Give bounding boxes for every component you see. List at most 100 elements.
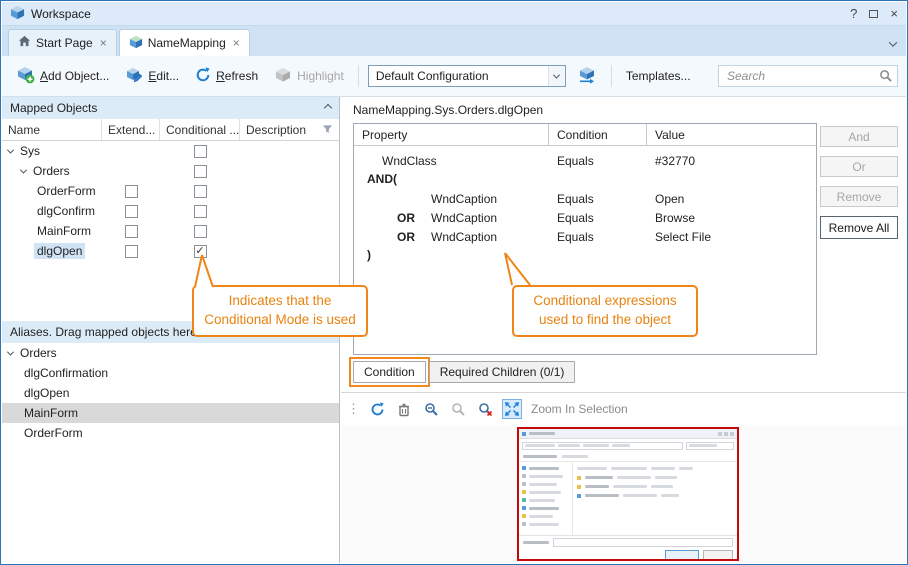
column-extend[interactable]: Extend... bbox=[102, 119, 160, 140]
templates-label: Templates... bbox=[626, 69, 691, 83]
tree-item-label: Sys bbox=[17, 143, 43, 159]
expander-icon[interactable] bbox=[7, 348, 14, 355]
column-condition[interactable]: Condition bbox=[549, 124, 647, 145]
chevron-down-icon[interactable] bbox=[548, 66, 565, 86]
remove-button[interactable]: Remove bbox=[820, 186, 898, 207]
tab-condition[interactable]: Condition bbox=[353, 361, 426, 383]
search-input[interactable] bbox=[718, 65, 898, 87]
expander-icon[interactable] bbox=[20, 166, 27, 173]
add-object-label: Add Object... bbox=[40, 69, 109, 83]
add-object-button[interactable]: Add Object... bbox=[12, 63, 114, 90]
templates-button[interactable]: Templates... bbox=[621, 66, 696, 86]
edit-button[interactable]: Edit... bbox=[120, 63, 184, 90]
alias-row[interactable]: Orders bbox=[2, 343, 339, 363]
alias-row[interactable]: OrderForm bbox=[2, 423, 339, 443]
highlight-button[interactable]: Highlight bbox=[269, 63, 349, 90]
callout-expressions-pointer bbox=[497, 251, 531, 287]
group-operator: AND( bbox=[367, 172, 397, 186]
tree-item[interactable]: dlgOpen bbox=[2, 241, 102, 261]
condition-cell: Equals bbox=[549, 154, 647, 168]
alias-row[interactable]: dlgOpen bbox=[2, 383, 339, 403]
collapse-icon[interactable] bbox=[324, 104, 332, 112]
condition-row[interactable]: WndCaptionEqualsOpen bbox=[354, 189, 816, 208]
column-conditional[interactable]: Conditional ... bbox=[160, 119, 240, 140]
tree-item[interactable]: Orders bbox=[2, 161, 102, 181]
value-cell: Select File bbox=[647, 230, 816, 244]
condition-row[interactable]: WndClassEquals#32770 bbox=[354, 151, 816, 170]
alias-row[interactable]: dlgConfirmation bbox=[2, 363, 339, 383]
extend-checkbox[interactable] bbox=[125, 205, 138, 218]
edit-label: Edit... bbox=[148, 69, 179, 83]
group-operator: ) bbox=[367, 248, 371, 262]
remove-all-button[interactable]: Remove All bbox=[820, 216, 898, 239]
zoom-in-selection-icon[interactable] bbox=[502, 399, 522, 419]
zoom-disabled-icon[interactable] bbox=[448, 399, 468, 419]
tab-namemapping[interactable]: NameMapping × bbox=[119, 29, 250, 56]
extend-checkbox[interactable] bbox=[125, 225, 138, 238]
tree-item[interactable]: dlgConfirm bbox=[2, 201, 102, 221]
tree-item[interactable]: Sys bbox=[2, 141, 102, 161]
and-button[interactable]: And bbox=[820, 126, 898, 147]
configuration-select[interactable]: Default Configuration bbox=[368, 65, 566, 87]
toolbar-separator bbox=[358, 65, 359, 87]
mapped-object-row[interactable]: Orders bbox=[2, 161, 339, 181]
tree-item[interactable]: MainForm bbox=[2, 221, 102, 241]
conditional-checkbox[interactable] bbox=[194, 225, 207, 238]
tree-item-label: dlgOpen bbox=[21, 385, 72, 401]
or-button[interactable]: Or bbox=[820, 156, 898, 177]
conditional-checkbox[interactable] bbox=[194, 165, 207, 178]
tab-label: NameMapping bbox=[148, 36, 226, 50]
mapped-object-row[interactable]: MainForm bbox=[2, 221, 339, 241]
add-object-icon bbox=[17, 66, 35, 87]
property-cell: ORWndCaption bbox=[354, 227, 549, 246]
condition-row[interactable]: ORWndCaptionEqualsBrowse bbox=[354, 208, 816, 227]
mapped-objects-header[interactable]: Mapped Objects bbox=[2, 97, 339, 119]
column-description[interactable]: Description bbox=[240, 119, 339, 140]
close-button[interactable]: × bbox=[890, 7, 898, 20]
document-tab-bar: Start Page × NameMapping × bbox=[2, 26, 906, 56]
conditional-checkbox[interactable] bbox=[194, 205, 207, 218]
extend-checkbox[interactable] bbox=[125, 245, 138, 258]
tree-item[interactable]: OrderForm bbox=[2, 181, 102, 201]
mapped-object-row[interactable]: OrderForm bbox=[2, 181, 339, 201]
condition-row[interactable]: ORWndCaptionEqualsSelect File bbox=[354, 227, 816, 246]
extend-checkbox[interactable] bbox=[125, 185, 138, 198]
refresh-image-icon[interactable] bbox=[367, 399, 387, 419]
remove-zoom-icon[interactable] bbox=[475, 399, 495, 419]
alias-row[interactable]: MainForm bbox=[2, 403, 339, 423]
conditional-checkbox[interactable] bbox=[194, 185, 207, 198]
column-name[interactable]: Name bbox=[2, 119, 102, 140]
callout-conditional-mode-pointer bbox=[193, 253, 223, 289]
mapped-object-row[interactable]: dlgOpen✓ bbox=[2, 241, 339, 261]
tab-list-chevron-icon[interactable] bbox=[890, 36, 896, 50]
home-icon bbox=[18, 35, 31, 51]
tab-required-children[interactable]: Required Children (0/1) bbox=[429, 361, 576, 383]
expander-icon[interactable] bbox=[7, 146, 14, 153]
tree-item-label: MainForm bbox=[21, 405, 81, 421]
close-icon[interactable]: × bbox=[233, 36, 240, 50]
condition-group-row: ) bbox=[354, 246, 816, 265]
column-value[interactable]: Value bbox=[647, 124, 816, 145]
mapped-object-row[interactable]: dlgConfirm bbox=[2, 201, 339, 221]
tree-item-label: Orders bbox=[17, 345, 60, 361]
zoom-out-icon[interactable] bbox=[421, 399, 441, 419]
property-cell: WndCaption bbox=[354, 189, 549, 208]
maximize-button[interactable] bbox=[869, 7, 878, 20]
mapped-object-row[interactable]: Sys bbox=[2, 141, 339, 161]
extend-cell bbox=[102, 241, 160, 261]
column-property[interactable]: Property bbox=[354, 124, 549, 145]
toolbar-grip[interactable]: ⋮ bbox=[347, 401, 360, 417]
description-cell bbox=[240, 161, 339, 181]
help-button[interactable]: ? bbox=[850, 7, 857, 20]
tab-start-page[interactable]: Start Page × bbox=[8, 29, 117, 56]
edit-icon bbox=[125, 66, 143, 87]
extend-cell bbox=[102, 221, 160, 241]
delete-image-icon[interactable] bbox=[394, 399, 414, 419]
sync-configuration-button[interactable] bbox=[572, 63, 602, 90]
close-icon[interactable]: × bbox=[100, 36, 107, 50]
description-cell bbox=[240, 241, 339, 261]
conditional-checkbox[interactable] bbox=[194, 145, 207, 158]
refresh-button[interactable]: Refresh bbox=[190, 64, 263, 89]
preview-footer bbox=[519, 535, 737, 559]
filter-icon[interactable] bbox=[322, 123, 333, 137]
